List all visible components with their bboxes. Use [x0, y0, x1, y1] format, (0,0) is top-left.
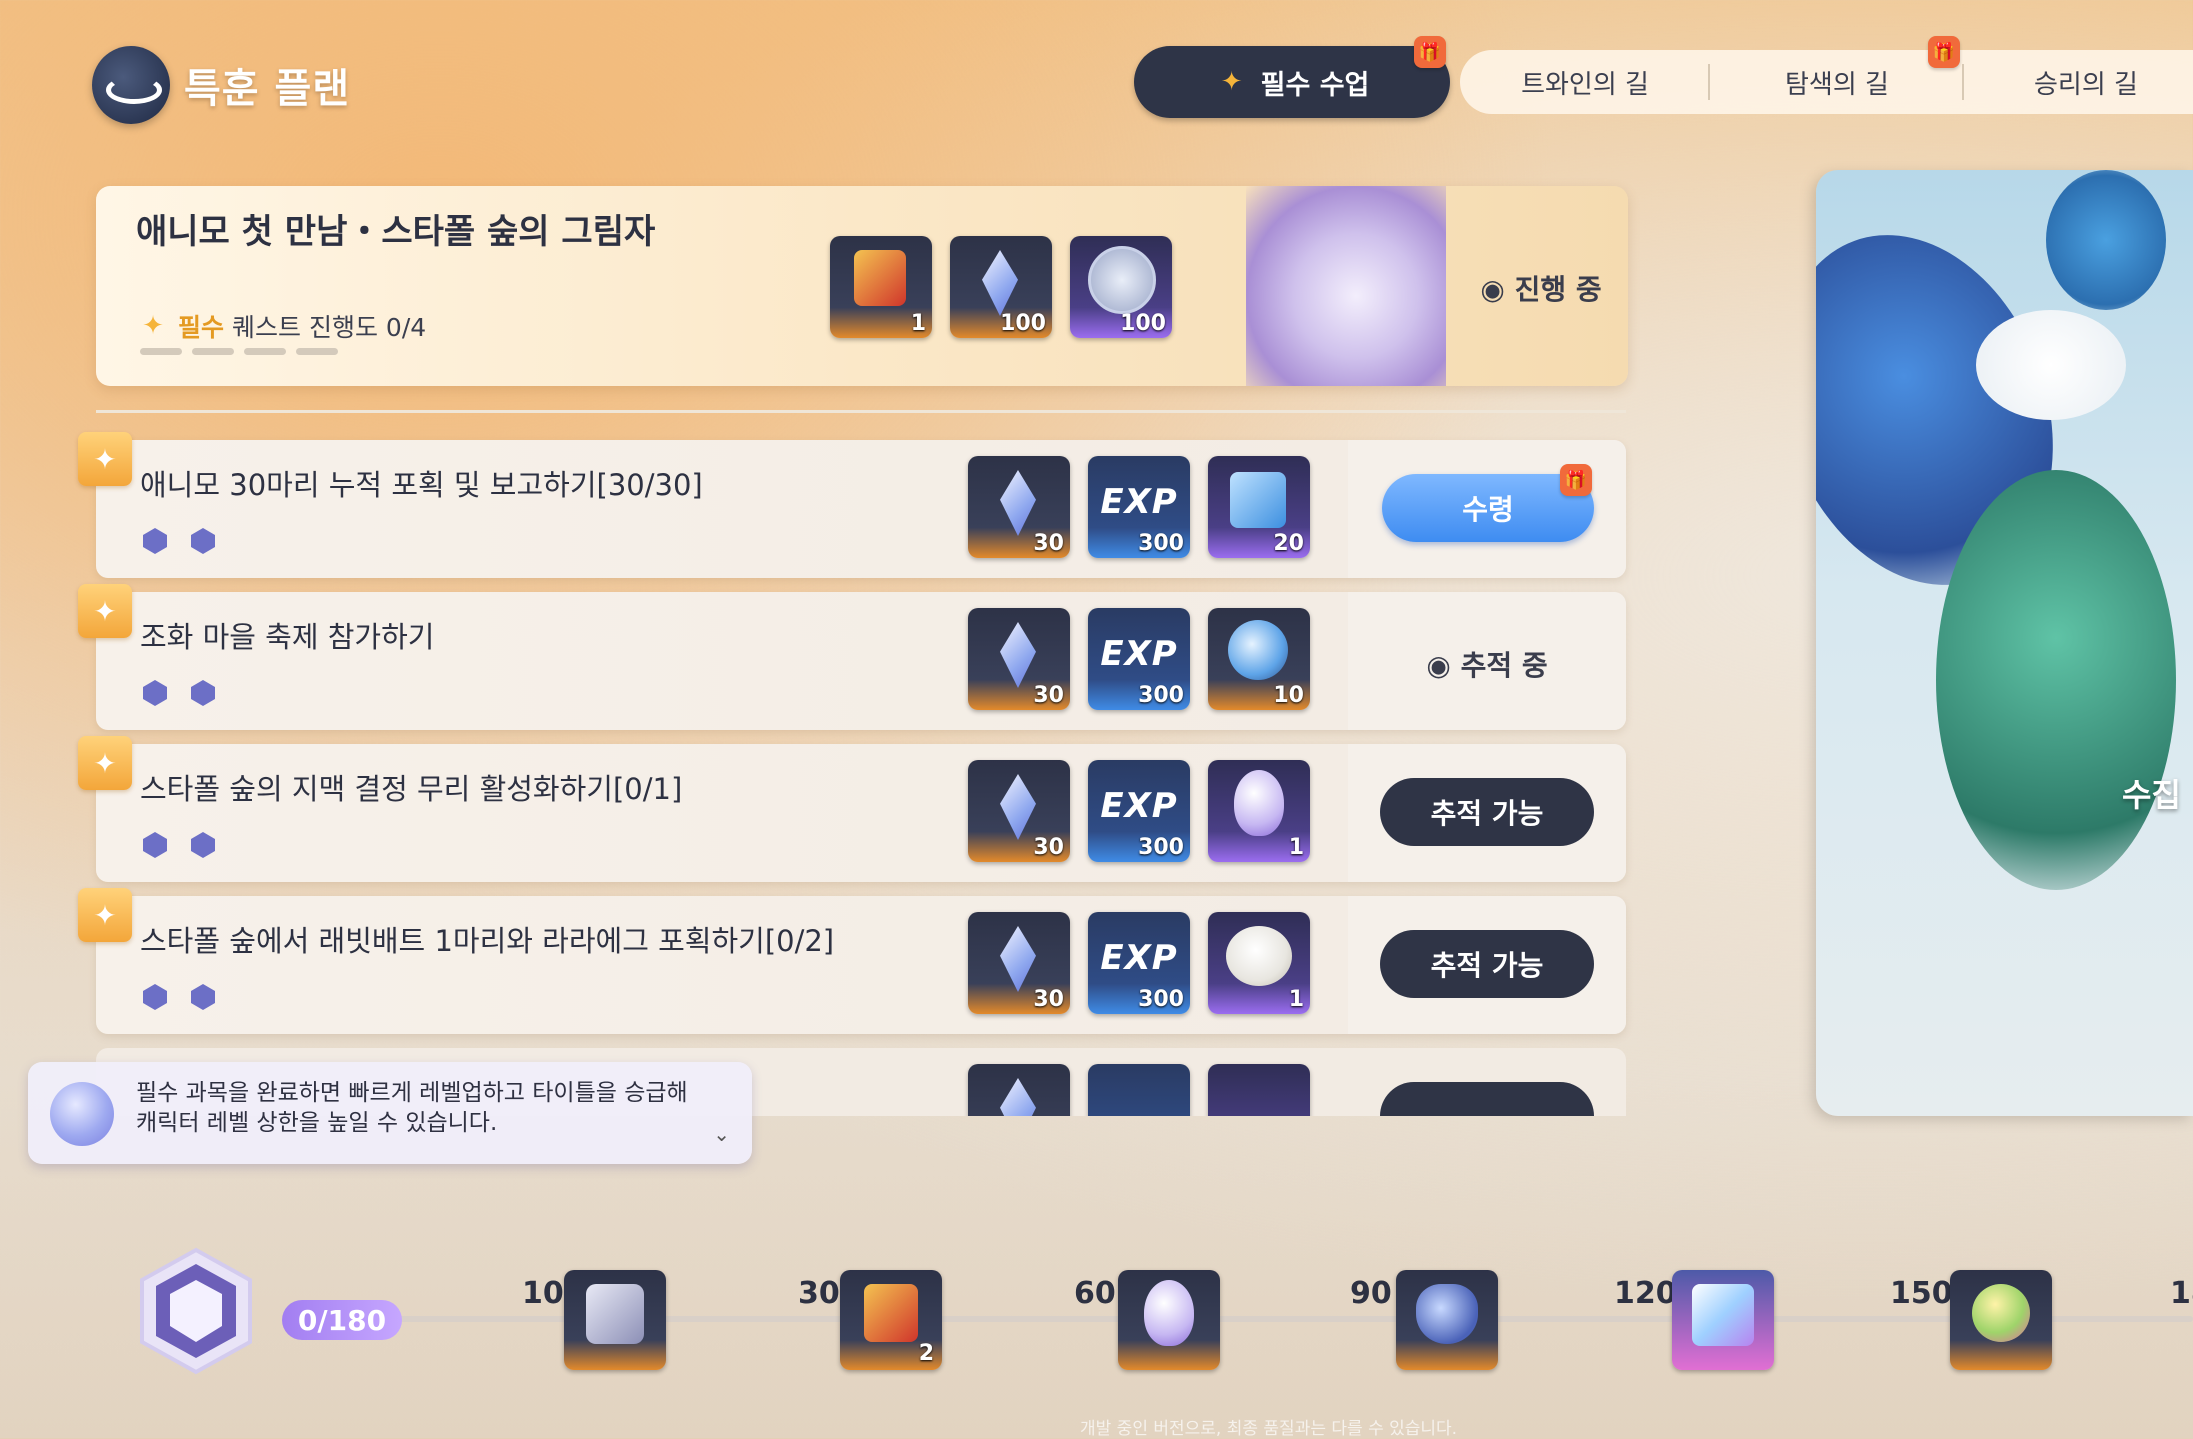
hex-icon: [191, 984, 215, 1010]
collection-label: 수집: [2122, 776, 2181, 814]
tab-divider: [1708, 64, 1710, 100]
page-title: 특훈 플랜: [184, 66, 351, 112]
star-icon: ✦: [78, 888, 132, 942]
orb-icon[interactable]: 10: [1208, 608, 1310, 710]
exp-icon[interactable]: EXP 300: [1088, 760, 1190, 862]
capsule-icon[interactable]: [564, 1270, 666, 1370]
plant-icon: [1208, 1064, 1310, 1116]
exp-icon[interactable]: EXP 300: [1088, 912, 1190, 1014]
crystal-icon[interactable]: 100: [950, 236, 1052, 338]
cube-icon[interactable]: 20: [1208, 456, 1310, 558]
app-logo: [92, 46, 170, 124]
gift-icon: 🎁: [1928, 36, 1960, 68]
row-action-area: 추적 가능: [1348, 896, 1626, 1034]
milestone-value: 150: [1890, 1276, 1953, 1311]
milestone-value: 60: [1074, 1276, 1116, 1311]
tab-victory-road[interactable]: 승리의 길: [1966, 50, 2193, 114]
quest-text: 조화 마을 축제 참가하기: [140, 620, 435, 654]
quest-row[interactable]: ✦ 스타폴 숲에서 래빗배트 1마리와 라라에그 포획하기[0/2] 30 EX…: [78, 888, 1626, 1034]
fruit-icon[interactable]: [1950, 1270, 2052, 1370]
chest-icon[interactable]: 2: [840, 1270, 942, 1370]
progress-segment: [140, 348, 182, 355]
track-button[interactable]: 추적 가능: [1380, 930, 1594, 998]
star-icon: ✦: [142, 311, 164, 341]
crystal-icon[interactable]: 30: [968, 912, 1070, 1014]
tooltip-text: 필수 과목을 완료하면 빠르게 레벨업하고 타이틀을 승급해 캐릭터 레벨 상한…: [136, 1080, 688, 1136]
hex-icon: [143, 984, 167, 1010]
tab-label: 탐색의 길: [1785, 69, 1889, 100]
row-action-area: ◉ 추적 중: [1348, 592, 1626, 730]
milestone-value: 10: [522, 1276, 564, 1311]
status-tracking: ◉ 추적 중: [1426, 649, 1548, 682]
crystal-icon: [968, 1064, 1070, 1116]
milestone-value: 90: [1350, 1276, 1392, 1311]
tab-label: 필수 수업: [1260, 69, 1370, 101]
quest-text: 스타폴 숲에서 래빗배트 1마리와 라라에그 포획하기[0/2]: [140, 924, 835, 958]
quest-row[interactable]: ✦ 조화 마을 축제 참가하기 30 EXP 300 10 ◉ 추적 중: [78, 584, 1626, 730]
hex-icon: [191, 528, 215, 554]
progress-segment: [296, 348, 338, 355]
cube-icon[interactable]: [1672, 1270, 1774, 1370]
divider: [96, 410, 1626, 413]
milestone-value: 30: [798, 1276, 840, 1311]
track-button[interactable]: 추적 가능: [1380, 778, 1594, 846]
hex-icon: [191, 680, 215, 706]
crystal-icon[interactable]: 30: [968, 760, 1070, 862]
hex-icon: [143, 528, 167, 554]
level-hex-icon: [140, 1247, 252, 1375]
tab-required-class[interactable]: ✦ 필수 수업: [1134, 46, 1450, 118]
egg-icon[interactable]: [1118, 1270, 1220, 1370]
quest-progress: ✦ 필수 퀘스트 진행도 0/4: [136, 308, 426, 344]
milestone-value: 18: [2170, 1276, 2193, 1311]
quest-row[interactable]: ✦ 스타폴 숲의 지맥 결정 무리 활성화하기[0/1] 30 EXP 300 1…: [78, 736, 1626, 882]
exp-icon: [1088, 1064, 1190, 1116]
egg-icon[interactable]: 1: [1208, 760, 1310, 862]
row-action-area: 추적 가능: [1348, 744, 1626, 882]
main-quest-card[interactable]: 애니모 첫 만남・스타폴 숲의 그림자 ✦ 필수 퀘스트 진행도 0/4 1 1…: [96, 186, 1628, 386]
crystal-icon[interactable]: 30: [968, 608, 1070, 710]
coin-icon[interactable]: 100: [1070, 236, 1172, 338]
exp-icon[interactable]: EXP 300: [1088, 456, 1190, 558]
hex-icon: [143, 832, 167, 858]
star-icon: ✦: [78, 432, 132, 486]
gift-icon: 🎁: [1414, 36, 1446, 68]
main-quest-title: 애니모 첫 만남・스타폴 숲의 그림자: [136, 212, 656, 252]
row-action-area: 수령: [1348, 440, 1626, 578]
star-icon: ✦: [1220, 67, 1243, 97]
check-icon: ◉: [1480, 273, 1505, 306]
sheep-icon[interactable]: 1: [1208, 912, 1310, 1014]
progress-text: 퀘스트 진행도 0/4: [232, 313, 427, 342]
chest-icon[interactable]: 1: [830, 236, 932, 338]
tab-twine-road[interactable]: 트와인의 길: [1460, 50, 1710, 114]
character-art-panel: [1816, 170, 2193, 1116]
star-icon: ✦: [78, 584, 132, 638]
tab-label: 승리의 길: [2034, 69, 2138, 100]
star-icon: ✦: [78, 736, 132, 790]
required-tag: 필수: [178, 313, 225, 342]
tab-label: 트와인의 길: [1521, 69, 1649, 100]
status-in-progress: ◉ 진행 중: [1480, 273, 1602, 306]
check-icon: ◉: [1426, 649, 1451, 682]
progress-count: 0/180: [282, 1300, 402, 1340]
gift-icon: 🎁: [1560, 464, 1592, 496]
guide-avatar: [50, 1082, 114, 1146]
hex-icon: [143, 680, 167, 706]
tab-divider: [1962, 64, 1964, 100]
milestone-value: 120: [1614, 1276, 1677, 1311]
tab-exploration-road[interactable]: 탐색의 길: [1712, 50, 1962, 114]
chevron-down-icon[interactable]: ⌄: [713, 1122, 730, 1146]
quest-text: 스타폴 숲의 지맥 결정 무리 활성화하기[0/1]: [140, 772, 683, 806]
progress-segment: [244, 348, 286, 355]
footer-note: 개발 중인 버전으로, 최종 품질과는 다를 수 있습니다.: [1080, 1419, 1458, 1439]
quest-text: 애니모 30마리 누적 포획 및 보고하기[30/30]: [140, 468, 703, 502]
guide-tooltip[interactable]: 필수 과목을 완료하면 빠르게 레벨업하고 타이틀을 승급해 캐릭터 레벨 상한…: [28, 1062, 752, 1164]
quest-art: [1246, 186, 1446, 386]
crystal-icon[interactable]: 30: [968, 456, 1070, 558]
quest-row[interactable]: ✦ 애니모 30마리 누적 포획 및 보고하기[30/30] 30 EXP 300…: [78, 432, 1626, 578]
hex-icon: [191, 832, 215, 858]
pouch-icon[interactable]: [1396, 1270, 1498, 1370]
exp-icon[interactable]: EXP 300: [1088, 608, 1190, 710]
progress-segment: [192, 348, 234, 355]
